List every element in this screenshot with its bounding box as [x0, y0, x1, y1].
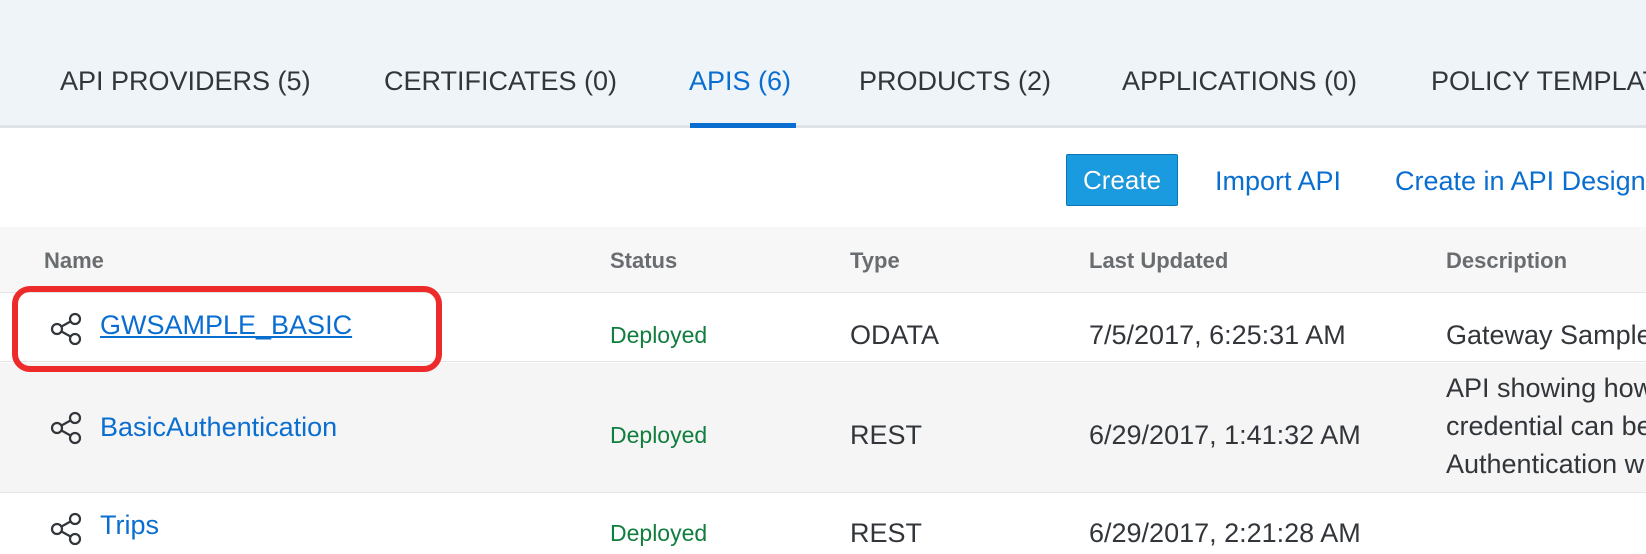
highlight-annotation [12, 286, 442, 372]
description-line: Gateway Sample [1446, 320, 1646, 350]
description: API showing how credential can be Authen… [1446, 369, 1646, 483]
column-header-type[interactable]: Type [850, 248, 900, 274]
column-header-description[interactable]: Description [1446, 248, 1567, 274]
last-updated: 7/5/2017, 6:25:31 AM [1089, 320, 1346, 350]
table-header: Name Status Type Last Updated Descriptio… [0, 227, 1646, 293]
status-badge: Deployed [610, 422, 708, 448]
api-type: REST [850, 518, 923, 548]
column-header-name[interactable]: Name [44, 248, 104, 274]
table-row[interactable]: BasicAuthentication Deployed REST 6/29/2… [0, 363, 1646, 493]
table-row[interactable]: Trips Deployed REST 6/29/2017, 2:21:28 A… [0, 494, 1646, 554]
column-header-last-updated[interactable]: Last Updated [1089, 248, 1228, 274]
share-icon [50, 411, 82, 445]
description-line: API showing how [1446, 373, 1646, 403]
active-tab-indicator [690, 123, 796, 128]
tab-products[interactable]: PRODUCTS (2) [859, 66, 1051, 97]
description-line: Authentication w [1446, 449, 1645, 479]
status-badge: Deployed [610, 322, 708, 348]
create-in-api-designer-link[interactable]: Create in API Designer [1395, 166, 1646, 197]
share-icon [50, 512, 82, 546]
tab-certificates[interactable]: CERTIFICATES (0) [384, 66, 617, 97]
column-header-status[interactable]: Status [610, 248, 677, 274]
last-updated: 6/29/2017, 1:41:32 AM [1089, 420, 1361, 450]
last-updated: 6/29/2017, 2:21:28 AM [1089, 518, 1361, 548]
api-type: ODATA [850, 320, 940, 350]
tab-api-providers[interactable]: API PROVIDERS (5) [60, 66, 311, 97]
create-button[interactable]: Create [1066, 154, 1179, 206]
description-line: credential can be [1446, 411, 1646, 441]
api-name-link[interactable]: BasicAuthentication [100, 412, 337, 443]
tab-bar: API PROVIDERS (5) CERTIFICATES (0) APIS … [0, 0, 1646, 128]
import-api-link[interactable]: Import API [1215, 166, 1341, 197]
status-badge: Deployed [610, 520, 708, 546]
tab-apis[interactable]: APIS (6) [689, 66, 791, 97]
tab-policy-templates[interactable]: POLICY TEMPLATES [1431, 66, 1646, 97]
tab-applications[interactable]: APPLICATIONS (0) [1122, 66, 1357, 97]
api-name-link[interactable]: Trips [100, 510, 159, 541]
description: Gateway Sample [1446, 316, 1646, 354]
api-type: REST [850, 420, 923, 450]
